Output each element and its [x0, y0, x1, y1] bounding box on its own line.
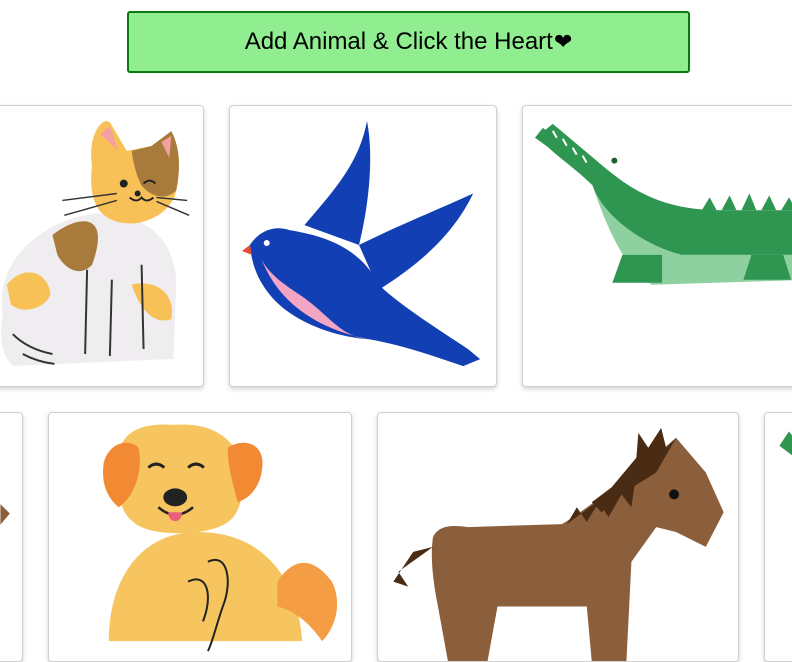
horse-illustration [393, 427, 724, 661]
add-animal-button[interactable]: Add Animal & Click the Heart ❤ [127, 11, 690, 73]
animal-card-cat[interactable] [0, 105, 204, 387]
heart-icon[interactable] [458, 346, 497, 387]
add-animal-label: Add Animal & Click the Heart [244, 28, 553, 55]
heart-glyph-icon: ❤ [553, 29, 573, 54]
animal-card-crocodile[interactable] [522, 105, 792, 387]
crocodile-illustration [534, 123, 792, 285]
animal-card-partial-left[interactable] [0, 412, 23, 662]
cat-illustration [1, 121, 190, 366]
dog-illustration [103, 424, 338, 652]
animal-card-partial-right[interactable] [764, 412, 792, 662]
animal-card-bird[interactable] [229, 105, 497, 387]
animal-card-horse[interactable] [377, 412, 739, 662]
crocodile-illustration [779, 431, 792, 456]
animal-card-dog[interactable] [48, 412, 352, 662]
animal-illustration [0, 504, 10, 525]
heart-icon[interactable] [163, 346, 204, 387]
bird-illustration [241, 120, 481, 367]
